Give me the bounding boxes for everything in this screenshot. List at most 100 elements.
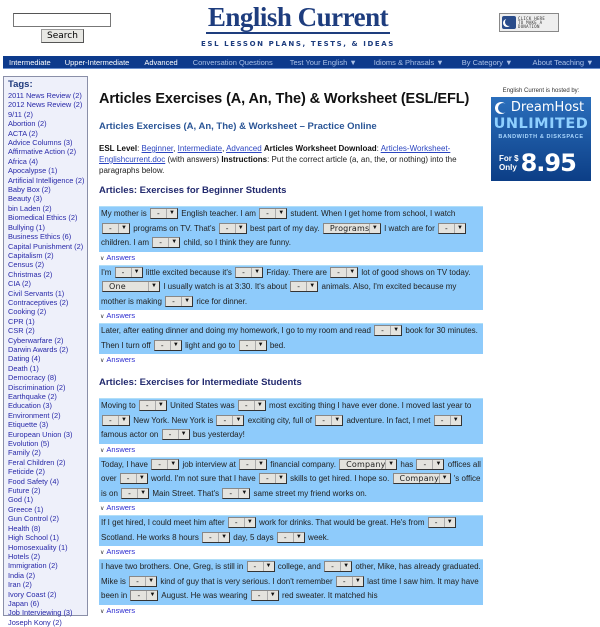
article-dropdown[interactable]: - ▼ [119, 473, 148, 485]
nav-about-teaching[interactable]: About Teaching ▼ [533, 58, 594, 67]
search-input[interactable] [13, 13, 111, 27]
tag-link[interactable]: Census (2) [8, 260, 87, 269]
nav-by-category[interactable]: By Category ▼ [462, 58, 513, 67]
tag-link[interactable]: Feral Children (2) [8, 458, 87, 467]
tag-link[interactable]: Education (3) [8, 401, 87, 410]
article-dropdown[interactable]: - ▼ [258, 473, 287, 485]
tag-link[interactable]: Health (8) [8, 524, 87, 533]
tag-link[interactable]: Civil Servants (1) [8, 289, 87, 298]
tag-link[interactable]: Artificial Intelligence (2) [8, 176, 87, 185]
tag-link[interactable]: Democracy (8) [8, 373, 87, 382]
article-dropdown[interactable]: - ▼ [235, 266, 264, 278]
tag-link[interactable]: 2011 News Review (2) [8, 91, 87, 100]
article-dropdown[interactable]: - ▼ [330, 266, 359, 278]
tag-link[interactable]: Earthquake (2) [8, 392, 87, 401]
tag-link[interactable]: Christmas (2) [8, 270, 87, 279]
article-dropdown[interactable]: - ▼ [121, 487, 150, 499]
article-dropdown[interactable]: - ▼ [324, 561, 353, 573]
answers-toggle[interactable]: ∨ Answers [99, 502, 483, 515]
search-button[interactable]: Search [41, 29, 84, 43]
tag-link[interactable]: Job Interviewing (3) [8, 608, 87, 617]
answers-toggle[interactable]: ∨ Answers [99, 252, 483, 265]
tag-link[interactable]: Evolution (5) [8, 439, 87, 448]
article-dropdown[interactable]: - ▼ [239, 458, 268, 470]
article-dropdown[interactable]: Company ▼ [392, 473, 451, 485]
article-dropdown[interactable]: One ▼ [102, 281, 160, 293]
tag-link[interactable]: Dating (4) [8, 354, 87, 363]
article-dropdown[interactable]: - ▼ [222, 487, 251, 499]
answers-toggle[interactable]: ∨ Answers [99, 546, 483, 559]
nav-idioms-phrasals[interactable]: Idioms & Phrasals ▼ [374, 58, 444, 67]
logo-title[interactable]: English Current [205, 2, 391, 34]
tag-link[interactable]: Business Ethics (6) [8, 232, 87, 241]
tag-link[interactable]: ACTA (2) [8, 129, 87, 138]
site-logo[interactable]: English Current ESL LESSON PLANS, TESTS,… [200, 2, 396, 48]
article-dropdown[interactable]: - ▼ [416, 458, 445, 470]
tag-link[interactable]: Death (1) [8, 364, 87, 373]
dreamhost-banner[interactable]: DreamHost UNLIMITED BANDWIDTH & DISKSPAC… [491, 97, 591, 181]
tag-link[interactable]: 9/11 (2) [8, 110, 87, 119]
tag-link[interactable]: Iran (2) [8, 580, 87, 589]
tag-link[interactable]: Beauty (3) [8, 194, 87, 203]
article-dropdown[interactable]: - ▼ [138, 400, 167, 412]
tag-link[interactable]: Cyberwarfare (2) [8, 336, 87, 345]
tag-link[interactable]: Cooking (2) [8, 307, 87, 316]
article-dropdown[interactable]: - ▼ [427, 517, 456, 529]
tag-link[interactable]: Gun Control (2) [8, 514, 87, 523]
answers-toggle[interactable]: ∨ Answers [99, 444, 483, 457]
tag-link[interactable]: Discrimination (2) [8, 383, 87, 392]
article-dropdown[interactable]: - ▼ [151, 458, 180, 470]
article-dropdown[interactable]: - ▼ [114, 266, 143, 278]
answers-toggle[interactable]: ∨ Answers [99, 310, 483, 323]
tag-link[interactable]: CSR (2) [8, 326, 87, 335]
tag-link[interactable]: God (1) [8, 495, 87, 504]
article-dropdown[interactable]: - ▼ [152, 237, 181, 249]
article-dropdown[interactable]: - ▼ [218, 222, 247, 234]
tag-link[interactable]: CIA (2) [8, 279, 87, 288]
level-link-advanced[interactable]: Advanced [226, 144, 262, 153]
nav-test-your-english[interactable]: Test Your English ▼ [290, 58, 357, 67]
donate-button[interactable]: CLICK HERE TO MAKE A DONATION [499, 13, 559, 32]
tag-link[interactable]: 2012 News Review (2) [8, 100, 87, 109]
tag-link[interactable]: Affirmative Action (2) [8, 147, 87, 156]
nav-conversation-questions[interactable]: Conversation Questions [193, 58, 273, 67]
tag-link[interactable]: Contraceptives (2) [8, 298, 87, 307]
tag-link[interactable]: Hotels (2) [8, 552, 87, 561]
tag-link[interactable]: Homosexuality (1) [8, 543, 87, 552]
article-dropdown[interactable]: - ▼ [165, 295, 194, 307]
tag-link[interactable]: Japan (6) [8, 599, 87, 608]
article-dropdown[interactable]: Programs ▼ [322, 222, 381, 234]
tag-link[interactable]: Darwin Awards (2) [8, 345, 87, 354]
answers-toggle[interactable]: ∨ Answers [99, 605, 483, 618]
tag-link[interactable]: Ivory Coast (2) [8, 590, 87, 599]
tag-link[interactable]: bin Laden (2) [8, 204, 87, 213]
article-dropdown[interactable]: - ▼ [227, 517, 256, 529]
level-link-beginner[interactable]: Beginner [142, 144, 174, 153]
article-dropdown[interactable]: - ▼ [315, 414, 344, 426]
article-dropdown[interactable]: - ▼ [216, 414, 245, 426]
tag-link[interactable]: High School (1) [8, 533, 87, 542]
nav-upper-intermediate[interactable]: Upper-Intermediate [65, 58, 130, 67]
article-dropdown[interactable]: - ▼ [438, 222, 467, 234]
tag-link[interactable]: Africa (4) [8, 157, 87, 166]
article-dropdown[interactable]: - ▼ [374, 325, 403, 337]
article-dropdown[interactable]: - ▼ [433, 414, 462, 426]
answers-toggle[interactable]: ∨ Answers [99, 354, 483, 367]
tag-link[interactable]: Advice Columns (3) [8, 138, 87, 147]
tag-link[interactable]: India (2) [8, 571, 87, 580]
tag-link[interactable]: Feticide (2) [8, 467, 87, 476]
tag-link[interactable]: Bullying (1) [8, 223, 87, 232]
article-dropdown[interactable]: - ▼ [335, 575, 364, 587]
tag-link[interactable]: Environment (2) [8, 411, 87, 420]
article-dropdown[interactable]: - ▼ [276, 531, 305, 543]
article-dropdown[interactable]: - ▼ [153, 339, 182, 351]
level-link-intermediate[interactable]: Intermediate [178, 144, 222, 153]
article-dropdown[interactable]: - ▼ [102, 222, 130, 234]
article-dropdown[interactable]: - ▼ [237, 400, 266, 412]
nav-advanced[interactable]: Advanced [144, 58, 177, 67]
article-dropdown[interactable]: - ▼ [290, 281, 319, 293]
tag-link[interactable]: Greece (1) [8, 505, 87, 514]
tag-link[interactable]: Baby Box (2) [8, 185, 87, 194]
article-dropdown[interactable]: - ▼ [161, 429, 190, 441]
tag-link[interactable]: Food Safety (4) [8, 477, 87, 486]
